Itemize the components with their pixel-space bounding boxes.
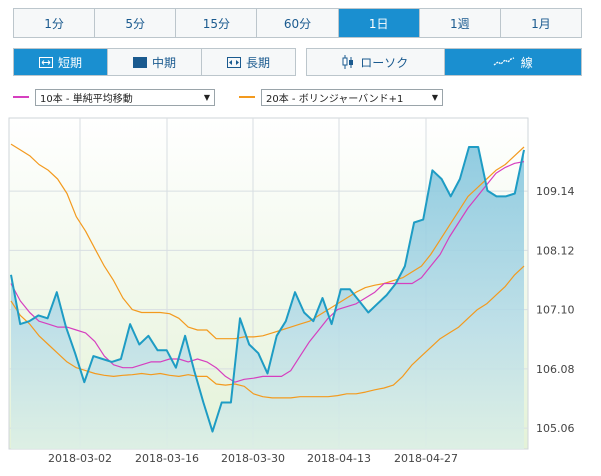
chart-type-selector: ローソク 線 [306, 48, 582, 76]
range-medium-icon [132, 56, 147, 68]
y-tick-label: 109.14 [536, 185, 575, 198]
range-long-button[interactable]: 長期 [202, 49, 295, 75]
bollinger-indicator-label: 20本 - ボリンジャーバンド+1 [266, 93, 404, 105]
y-tick-label: 108.12 [536, 244, 575, 257]
sma-swatch [13, 96, 29, 98]
candlestick-icon [342, 55, 354, 69]
bollinger-indicator-select[interactable]: 20本 - ボリンジャーバンド+1 ▼ [261, 88, 443, 106]
price-chart[interactable]: 2018-03-02 2018-03-16 2018-03-30 2018-04-13… [8, 117, 588, 476]
x-tick-label: 2018-04-13 [307, 452, 371, 465]
x-tick-label: 2018-04-27 [394, 452, 458, 465]
sma-indicator-select[interactable]: 10本 - 単純平均移動 ▼ [35, 88, 215, 106]
range-short-button[interactable]: 短期 [14, 49, 108, 75]
y-tick-label: 105.06 [536, 422, 575, 435]
chevron-down-icon: ▼ [203, 92, 210, 102]
chevron-down-icon: ▼ [431, 92, 438, 102]
range-medium-button[interactable]: 中期 [108, 49, 202, 75]
period-selector: 1分 5分 15分 60分 1日 1週 1月 [13, 8, 582, 38]
candlestick-label: ローソク [360, 55, 409, 70]
period-5min-button[interactable]: 5分 [95, 9, 177, 37]
line-chart-icon [493, 57, 515, 67]
period-1week-button[interactable]: 1週 [419, 9, 501, 37]
range-short-icon [38, 56, 53, 68]
range-long-icon [226, 56, 241, 68]
period-60min-button[interactable]: 60分 [257, 9, 339, 37]
period-1month-button[interactable]: 1月 [500, 9, 581, 37]
x-tick-label: 2018-03-02 [48, 452, 112, 465]
bollinger-swatch [239, 96, 255, 98]
indicator-row: 10本 - 単純平均移動 ▼ 20本 - ボリンジャーバンド+1 ▼ [13, 88, 443, 106]
candlestick-button[interactable]: ローソク [307, 49, 445, 75]
y-tick-label: 107.10 [536, 304, 575, 317]
x-tick-label: 2018-03-16 [135, 452, 199, 465]
period-15min-button[interactable]: 15分 [176, 9, 258, 37]
range-selector: 短期 中期 長期 [13, 48, 296, 76]
range-short-label: 短期 [57, 55, 82, 70]
x-tick-label: 2018-03-30 [221, 452, 285, 465]
line-chart-label: 線 [520, 55, 533, 70]
range-long-label: 長期 [245, 55, 270, 70]
price-chart-svg: 2018-03-02 2018-03-16 2018-03-30 2018-04-13… [8, 117, 575, 465]
period-1day-button[interactable]: 1日 [338, 9, 420, 37]
sma-indicator-label: 10本 - 単純平均移動 [40, 93, 133, 105]
line-chart-button[interactable]: 線 [444, 49, 581, 75]
range-medium-label: 中期 [151, 55, 176, 70]
y-tick-label: 106.08 [536, 363, 575, 376]
period-1min-button[interactable]: 1分 [14, 9, 96, 37]
